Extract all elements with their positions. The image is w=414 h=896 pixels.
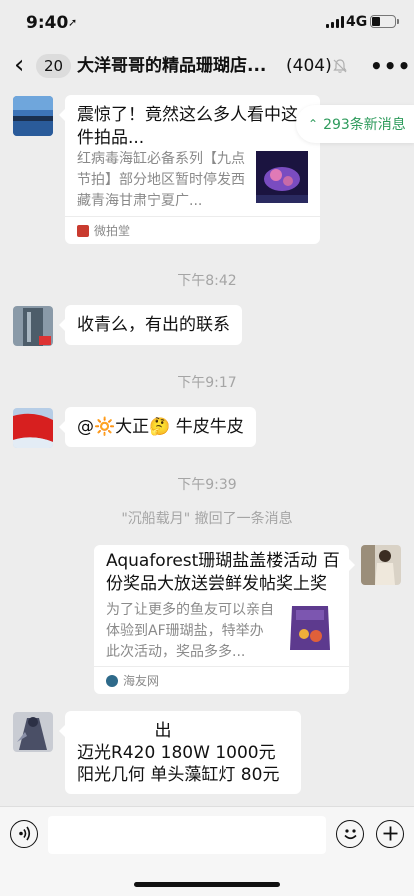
status-bar: 9:40 ➚ 4G — [0, 0, 414, 44]
message-input[interactable] — [48, 816, 326, 854]
message-bubble[interactable]: @🔆大正🤔 牛皮牛皮 — [59, 407, 256, 447]
back-icon[interactable]: ‹ — [14, 52, 34, 79]
source-name: 微拍堂 — [94, 224, 131, 238]
more-options-icon[interactable]: ••• — [370, 54, 411, 78]
link-card-title: 震惊了！竟然这么多人看中这件拍品... — [77, 105, 298, 148]
message-line: 阳光几何 单头藻缸灯 80元 — [77, 765, 280, 785]
link-card-description: 为了让更多的鱼友可以亲自体验到AF珊瑚盐，特举办此次活动，奖品多多... — [106, 602, 274, 660]
member-count: (404) — [286, 56, 332, 76]
link-card-description: 红病毒海缸必备系列【九点节拍】部分地区暂时停发西藏青海甘肃宁夏广... — [77, 151, 245, 209]
message-line: 出 — [154, 721, 172, 741]
link-card-title: Aquaforest珊瑚盐盖楼活动 百份奖品大放送尝鲜发帖奖上奖 — [106, 551, 340, 594]
new-messages-label: 293条新消息 — [323, 117, 406, 133]
unread-count-badge[interactable]: 20 — [36, 54, 72, 78]
source-name: 海友网 — [123, 674, 160, 688]
link-card-source: 海友网 — [94, 666, 349, 694]
timestamp: 下午8:42 — [177, 273, 237, 289]
timestamp: 下午9:17 — [177, 375, 237, 391]
plus-icon[interactable] — [376, 820, 404, 848]
chat-title: 大洋哥哥的精品珊瑚店... — [77, 56, 267, 76]
avatar[interactable] — [13, 712, 53, 752]
location-icon: ➚ — [68, 16, 78, 29]
status-time: 9:40 — [26, 13, 69, 33]
source-icon — [77, 224, 89, 237]
avatar[interactable] — [13, 96, 53, 136]
avatar[interactable] — [13, 306, 53, 346]
home-indicator — [134, 882, 280, 887]
link-card[interactable]: 震惊了！竟然这么多人看中这件拍品... 红病毒海缸必备系列【九点节拍】部分地区暂… — [59, 95, 320, 244]
signal-icon — [326, 16, 344, 28]
my-avatar[interactable] — [361, 545, 401, 585]
message-bubble[interactable]: 出 迈光R420 180W 1000元 阳光几何 单头藻缸灯 80元 — [59, 711, 301, 794]
emoji-icon[interactable] — [336, 820, 364, 848]
link-card[interactable]: Aquaforest珊瑚盐盖楼活动 百份奖品大放送尝鲜发帖奖上奖 为了让更多的鱼… — [94, 545, 355, 694]
message-bubble[interactable]: 收青么，有出的联系 — [59, 305, 242, 345]
battery-icon — [370, 15, 399, 28]
new-messages-button[interactable]: ⌃ 293条新消息 — [296, 105, 414, 143]
mute-bell-icon — [333, 59, 347, 73]
chevron-up-icon: ⌃ — [308, 117, 319, 131]
link-card-source: 微拍堂 — [65, 216, 320, 244]
link-card-thumbnail — [284, 600, 336, 654]
source-icon — [106, 674, 118, 687]
recall-notice: "沉船载月" 撤回了一条消息 — [121, 511, 293, 527]
chat-header: ‹ 20 大洋哥哥的精品珊瑚店... (404) ••• — [0, 44, 414, 88]
network-type: 4G — [346, 14, 368, 30]
link-card-thumbnail — [256, 151, 308, 203]
voice-icon[interactable] — [10, 820, 38, 848]
avatar[interactable] — [13, 408, 53, 448]
message-line: 迈光R420 180W 1000元 — [77, 743, 276, 763]
timestamp: 下午9:39 — [177, 477, 237, 493]
